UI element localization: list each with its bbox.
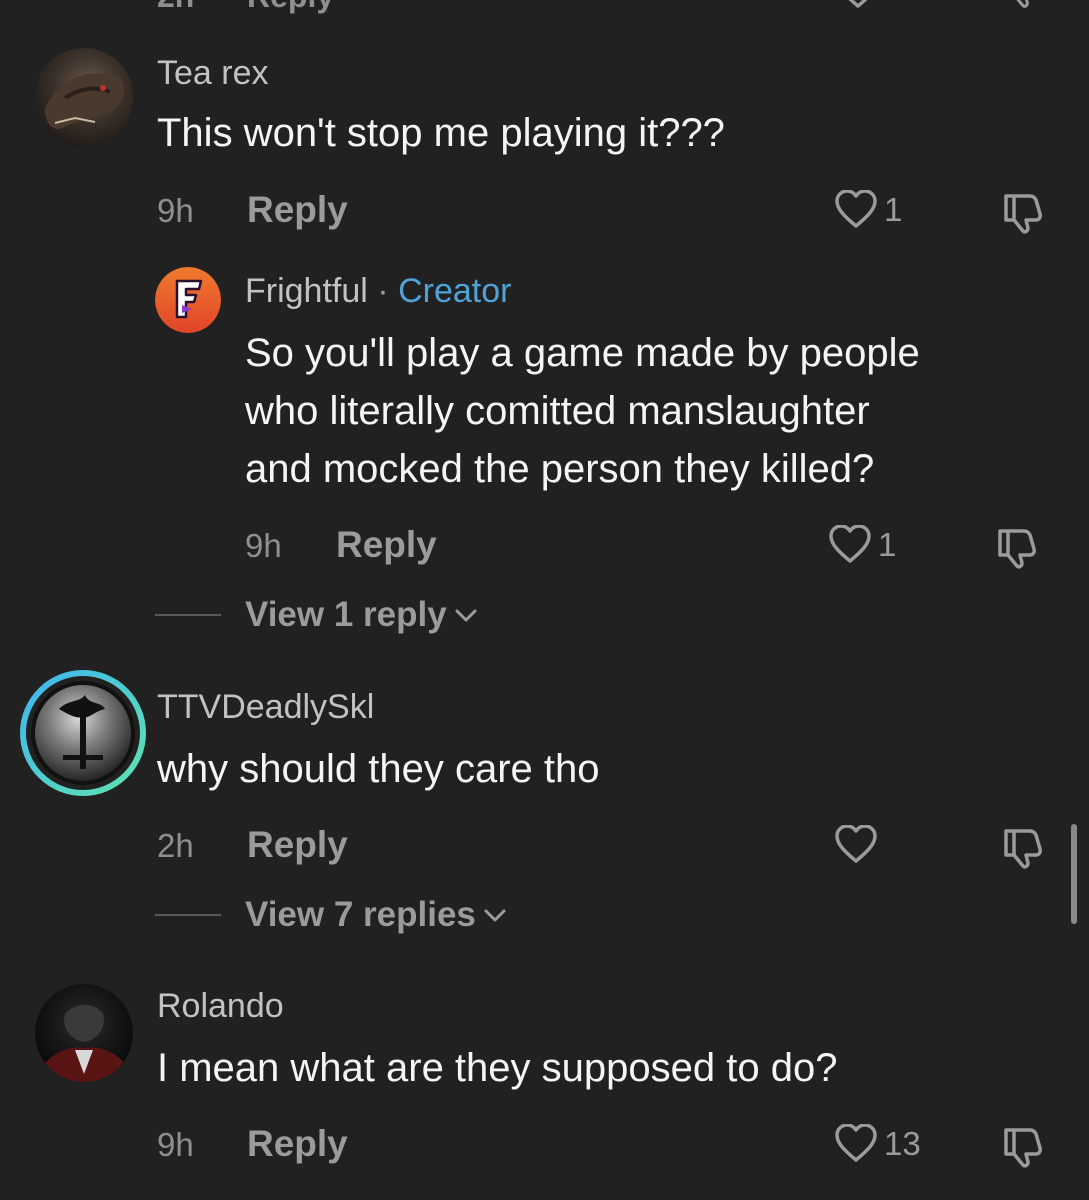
reply-button[interactable]: Reply: [336, 524, 437, 566]
thumbs-down-outline-icon[interactable]: [1000, 0, 1046, 10]
reply-button[interactable]: Reply: [247, 824, 348, 866]
like-count: 13: [884, 1125, 921, 1162]
thumbs-down-outline-icon[interactable]: [994, 525, 1040, 571]
thumbs-down-outline-icon[interactable]: [1000, 1124, 1046, 1170]
thumbs-down-outline-icon[interactable]: [1000, 190, 1046, 236]
heart-outline-icon: [835, 190, 877, 228]
comment-time: 9h: [157, 1126, 194, 1163]
avatar[interactable]: [35, 48, 133, 146]
comment-time: 9h: [157, 192, 194, 229]
chevron-down-icon: [455, 609, 477, 622]
separator-dot: ·: [377, 272, 389, 310]
like-count: 1: [884, 191, 903, 228]
like-button[interactable]: [834, 825, 884, 865]
username[interactable]: Rolando: [157, 987, 284, 1026]
dinosaur-avatar-image: [35, 48, 133, 146]
avatar[interactable]: [155, 267, 221, 333]
view-replies-label: View 1 reply: [245, 595, 447, 634]
view-replies-label: View 7 replies: [245, 895, 476, 934]
view-replies-button[interactable]: View 1 reply: [155, 595, 479, 635]
avatar-with-story-ring[interactable]: [19, 669, 147, 797]
comment-time: 9h: [245, 527, 282, 564]
username[interactable]: Frightful: [245, 272, 368, 310]
username[interactable]: Tea rex: [157, 54, 269, 93]
heart-outline-icon: [829, 525, 871, 563]
dark-figure-avatar-image: [35, 984, 133, 1082]
comment-text: why should they care tho: [157, 747, 600, 791]
comment-text-line: So you'll play a game made by people: [245, 331, 920, 375]
reply-button[interactable]: Reply: [247, 189, 348, 231]
heart-outline-icon[interactable]: [836, 0, 880, 10]
username-line: Frightful · Creator: [245, 272, 511, 311]
like-button[interactable]: 1: [828, 525, 896, 565]
reply-button[interactable]: Reply: [247, 1123, 348, 1165]
heart-outline-icon: [835, 825, 877, 863]
comment-time: 2h: [157, 827, 194, 864]
comment-text: So you'll play a game made by people who…: [245, 324, 920, 498]
divider-line: [155, 914, 221, 916]
previous-comment-actions: 2h Reply: [0, 0, 1089, 14]
thumbs-down-outline-icon[interactable]: [1000, 825, 1046, 871]
dark-cross-avatar-image: [20, 670, 146, 796]
comment-text-line: and mocked the person they killed?: [245, 447, 875, 491]
creator-badge: Creator: [398, 272, 512, 310]
like-button[interactable]: 1: [834, 190, 902, 230]
scrollbar[interactable]: [1071, 824, 1077, 924]
view-replies-button[interactable]: View 7 replies: [155, 895, 508, 935]
divider-line: [155, 614, 221, 616]
avatar[interactable]: [35, 984, 133, 1082]
frightful-logo-avatar: [155, 267, 221, 333]
like-button[interactable]: 13: [834, 1124, 921, 1164]
comment-text-line: who literally comitted manslaughter: [245, 389, 870, 433]
comment-time: 2h: [157, 0, 194, 15]
reply-button[interactable]: Reply: [247, 0, 334, 15]
username[interactable]: TTVDeadlySkl: [157, 688, 374, 727]
comment-text: This won't stop me playing it???: [157, 111, 725, 155]
comments-screen: 2h Reply: [0, 0, 1089, 1200]
comment-text: I mean what are they supposed to do?: [157, 1046, 838, 1090]
chevron-down-icon: [484, 909, 506, 922]
heart-outline-icon: [835, 1124, 877, 1162]
like-count: 1: [878, 526, 897, 563]
